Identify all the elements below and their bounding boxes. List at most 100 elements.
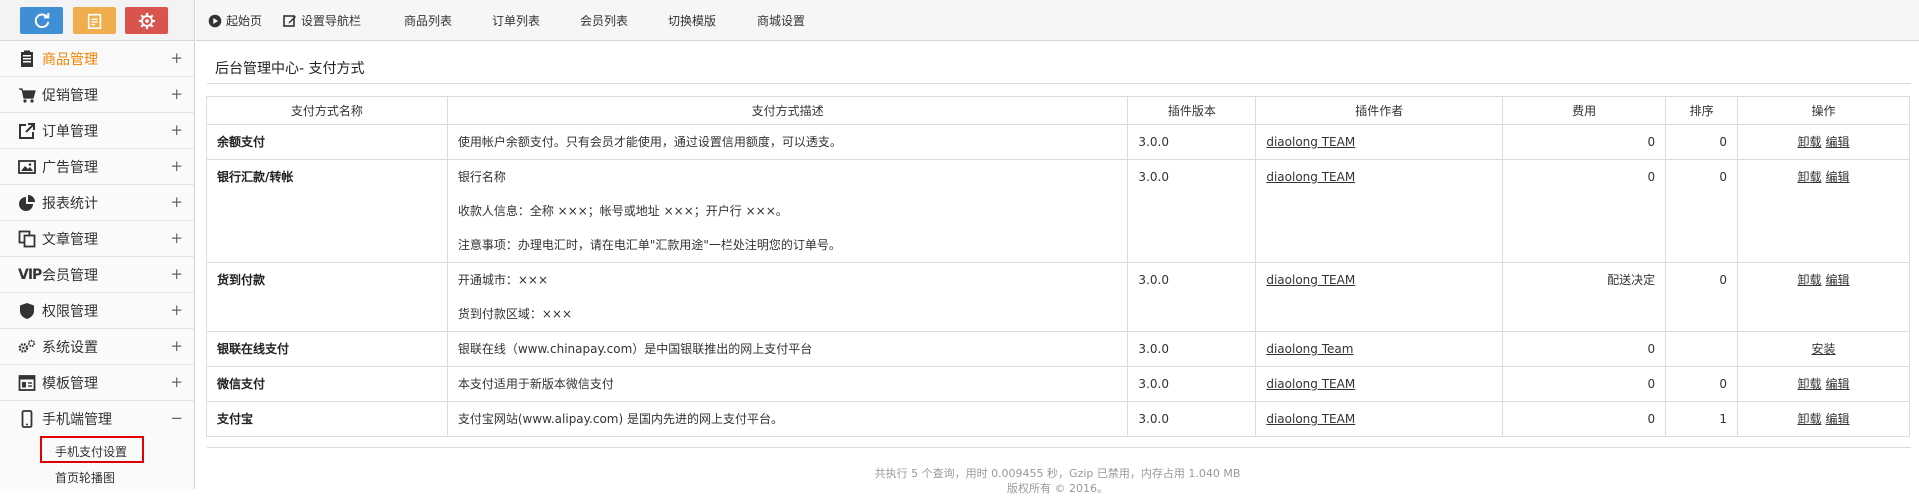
expand-icon[interactable]: +: [170, 194, 183, 210]
operations: 卸载 编辑: [1737, 124, 1910, 160]
sort-order: 0: [1665, 262, 1739, 332]
edit-link[interactable]: 编辑: [1826, 273, 1850, 287]
expand-icon[interactable]: +: [170, 86, 183, 102]
menu-item-system[interactable]: 系统设置 +: [0, 329, 195, 365]
description-line: 支付宝网站(www.alipay.com) 是国内先进的网上支付平台。: [457, 412, 783, 426]
cart-icon: [18, 86, 40, 104]
sort-order: 0: [1665, 159, 1739, 263]
menu-item-mobile[interactable]: 手机端管理 −: [0, 401, 195, 437]
menu-item-templates[interactable]: 模板管理 +: [0, 365, 195, 401]
table-row: 支付宝 支付宝网站(www.alipay.com) 是国内先进的网上支付平台。 …: [206, 401, 1910, 437]
nav-set-navbar[interactable]: 设置导航栏: [283, 12, 361, 29]
table-row: 微信支付 本支付适用于新版本微信支付 3.0.0 diaolong TEAM 0…: [206, 366, 1910, 402]
nav-mall-settings[interactable]: 商城设置: [757, 12, 805, 29]
description-line: 收款人信息：全称 ×××；帐号或地址 ×××；开户行 ×××。: [457, 204, 788, 218]
image-icon: [18, 158, 40, 176]
expand-icon[interactable]: +: [170, 374, 183, 390]
author-link[interactable]: diaolong TEAM: [1266, 170, 1355, 184]
menu-item-orders[interactable]: 订单管理 +: [0, 113, 195, 149]
menu-item-goods[interactable]: 商品管理 +: [0, 41, 195, 77]
operations: 卸载 编辑: [1737, 366, 1910, 402]
highlight-box: [40, 436, 144, 463]
menu-item-permissions[interactable]: 权限管理 +: [0, 293, 195, 329]
plugin-author: diaolong TEAM: [1255, 401, 1504, 437]
nav-start-page[interactable]: 起始页: [208, 12, 262, 29]
expand-icon[interactable]: +: [170, 338, 183, 354]
plugin-author: diaolong TEAM: [1255, 366, 1504, 402]
expand-icon[interactable]: +: [170, 158, 183, 174]
author-link[interactable]: diaolong TEAM: [1266, 377, 1355, 391]
menu-item-articles[interactable]: 文章管理 +: [0, 221, 195, 257]
payment-description: 银行名称 收款人信息：全称 ×××；帐号或地址 ×××；开户行 ×××。 注意事…: [446, 159, 1129, 263]
gears-icon: [18, 338, 40, 356]
expand-icon[interactable]: +: [170, 50, 183, 66]
expand-icon[interactable]: +: [170, 122, 183, 138]
nav-order-list[interactable]: 订单列表: [492, 12, 540, 29]
edit-link[interactable]: 编辑: [1826, 377, 1850, 391]
author-link[interactable]: diaolong Team: [1266, 342, 1353, 356]
plugin-author: diaolong TEAM: [1255, 159, 1504, 263]
column-header: 支付方式名称: [206, 96, 448, 125]
fee: 0: [1502, 124, 1667, 160]
expand-icon[interactable]: +: [170, 266, 183, 282]
author-link[interactable]: diaolong TEAM: [1266, 273, 1355, 287]
menu-item-reports[interactable]: 报表统计 +: [0, 185, 195, 221]
payment-description: 本支付适用于新版本微信支付: [446, 366, 1129, 402]
refresh-button[interactable]: [20, 7, 63, 34]
description-line: 注意事项：办理电汇时，请在电汇单"汇款用途"一栏处注明您的订单号。: [457, 238, 841, 252]
submenu-label: 首页轮播图: [55, 471, 116, 485]
external-link-icon: [18, 122, 40, 140]
plugin-version: 3.0.0: [1127, 401, 1257, 437]
plugin-author: diaolong TEAM: [1255, 262, 1504, 332]
uninstall-link[interactable]: 卸载: [1798, 135, 1822, 149]
collapse-icon[interactable]: −: [170, 410, 183, 426]
pie-chart-icon: [18, 194, 40, 212]
author-link[interactable]: diaolong TEAM: [1266, 135, 1355, 149]
plugin-version: 3.0.0: [1127, 159, 1257, 263]
description-line: 银行名称: [457, 170, 506, 184]
author-link[interactable]: diaolong TEAM: [1266, 412, 1355, 426]
nav-label: 切换模版: [668, 14, 717, 28]
copy-icon: [18, 230, 40, 248]
plugin-author: diaolong TEAM: [1255, 124, 1504, 160]
uninstall-link[interactable]: 卸载: [1798, 377, 1822, 391]
payment-description: 支付宝网站(www.alipay.com) 是国内先进的网上支付平台。: [446, 401, 1129, 437]
menu-label: 权限管理: [42, 303, 98, 320]
description-line: 开通城市：×××: [457, 273, 548, 287]
column-header: 支付方式描述: [446, 96, 1129, 125]
operations: 卸载 编辑: [1737, 159, 1910, 263]
fee: 0: [1502, 159, 1667, 263]
uninstall-link[interactable]: 卸载: [1798, 170, 1822, 184]
top-navigation: 起始页 设置导航栏 商品列表 订单列表 会员列表 切换模版 商城设置: [196, 0, 1919, 41]
nav-goods-list[interactable]: 商品列表: [404, 12, 452, 29]
plugin-version: 3.0.0: [1127, 262, 1257, 332]
submenu-item-home-carousel[interactable]: 首页轮播图: [0, 464, 195, 488]
menu-item-members[interactable]: VIP 会员管理 +: [0, 257, 195, 293]
table-row: 银行汇款/转帐 银行名称 收款人信息：全称 ×××；帐号或地址 ×××；开户行 …: [206, 159, 1910, 263]
nav-label: 起始页: [226, 14, 263, 28]
settings-button[interactable]: [125, 7, 168, 34]
breadcrumb: 后台管理中心- 支付方式: [215, 61, 365, 77]
edit-link[interactable]: 编辑: [1826, 135, 1850, 149]
uninstall-link[interactable]: 卸载: [1798, 273, 1822, 287]
edit-link[interactable]: 编辑: [1826, 170, 1850, 184]
expand-icon[interactable]: +: [170, 230, 183, 246]
payment-name: 支付宝: [206, 401, 448, 437]
menu-label: 手机端管理: [42, 412, 112, 428]
nav-switch-template[interactable]: 切换模版: [668, 12, 716, 29]
expand-icon[interactable]: +: [170, 302, 183, 318]
notes-button[interactable]: [73, 7, 116, 34]
menu-item-promotion[interactable]: 促销管理 +: [0, 77, 195, 113]
plugin-version: 3.0.0: [1127, 331, 1257, 367]
column-header: 插件作者: [1255, 96, 1504, 125]
menu-label: 文章管理: [42, 231, 98, 248]
nav-label: 会员列表: [580, 14, 629, 28]
uninstall-link[interactable]: 卸载: [1798, 412, 1822, 426]
menu-item-ads[interactable]: 广告管理 +: [0, 149, 195, 185]
edit-link[interactable]: 编辑: [1826, 412, 1850, 426]
nav-label: 商城设置: [757, 14, 806, 28]
nav-member-list[interactable]: 会员列表: [580, 12, 628, 29]
install-link[interactable]: 安装: [1812, 342, 1836, 356]
table-row: 银联在线支付 银联在线（www.chinapay.com）是中国银联推出的网上支…: [206, 331, 1910, 367]
description-line: 货到付款区域：×××: [457, 307, 572, 321]
